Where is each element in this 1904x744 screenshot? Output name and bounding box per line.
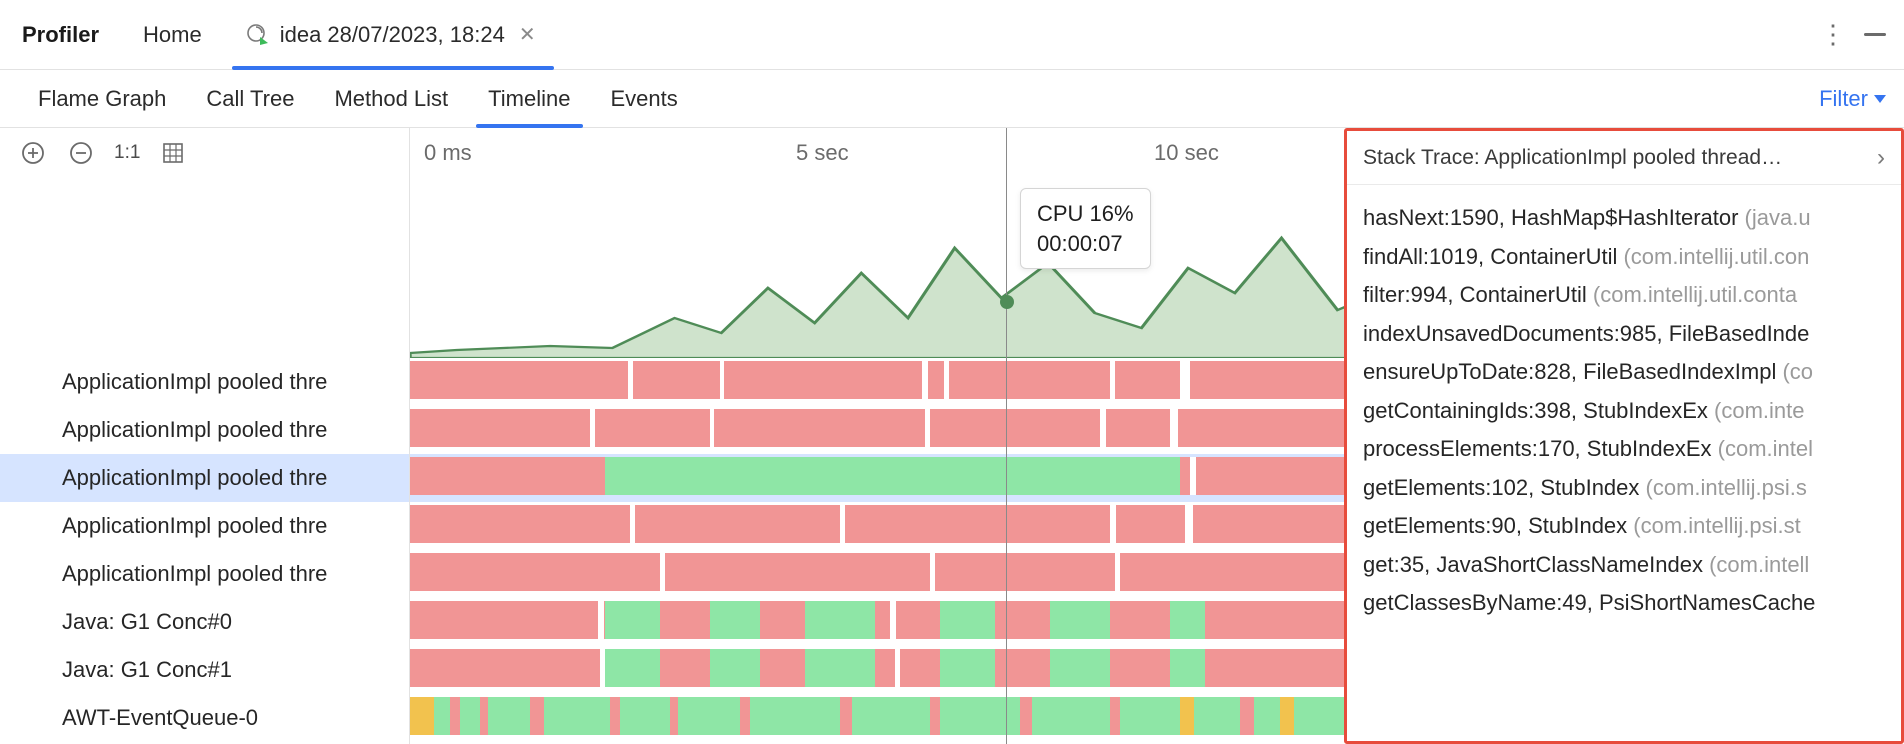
frame-pkg: (com.intellij.util.conta — [1593, 282, 1797, 307]
cpu-tooltip: CPU 16% 00:00:07 — [1020, 188, 1151, 269]
frame-pkg: (java.u — [1745, 205, 1811, 230]
tab-events[interactable]: Events — [591, 70, 698, 127]
thread-row[interactable]: ApplicationImpl pooled thre — [0, 406, 409, 454]
tab-home[interactable]: Home — [121, 0, 224, 69]
frame-pkg: (com.intellij.psi.st — [1633, 513, 1800, 538]
frame-main: hasNext:1590, HashMap$HashIterator — [1363, 205, 1745, 230]
frame-pkg: (com.inte — [1714, 398, 1804, 423]
cpu-tooltip-time: 00:00:07 — [1037, 229, 1134, 259]
timeline-main: 1:1 ApplicationImpl pooled thre Applicat… — [0, 128, 1904, 744]
frame-pkg: (com.intellij.psi.s — [1646, 475, 1807, 500]
stack-frame[interactable]: getClassesByName:49, PsiShortNamesCache — [1363, 584, 1901, 623]
thread-name: ApplicationImpl pooled thre — [62, 465, 327, 491]
tab-method-list-label: Method List — [334, 86, 448, 112]
tab-call-tree-label: Call Tree — [206, 86, 294, 112]
stack-trace-panel: Stack Trace: ApplicationImpl pooled thre… — [1344, 128, 1904, 744]
frame-main: filter:994, ContainerUtil — [1363, 282, 1593, 307]
stack-trace-body: hasNext:1590, HashMap$HashIterator (java… — [1347, 185, 1901, 623]
cpu-tooltip-value: CPU 16% — [1037, 199, 1134, 229]
stack-frame[interactable]: indexUnsavedDocuments:985, FileBasedInde — [1363, 315, 1901, 354]
frame-main: getClassesByName:49, PsiShortNamesCache — [1363, 590, 1815, 615]
stack-frame[interactable]: processElements:170, StubIndexEx (com.in… — [1363, 430, 1901, 469]
tab-timeline-label: Timeline — [488, 86, 570, 112]
thread-name: Java: G1 Conc#0 — [62, 609, 232, 635]
frame-pkg: (com.intell — [1709, 552, 1809, 577]
thread-row[interactable]: ApplicationImpl pooled thre — [0, 550, 409, 598]
thread-name: ApplicationImpl pooled thre — [62, 513, 327, 539]
top-tab-bar: Profiler Home idea 28/07/2023, 18:24 ✕ ⋮ — [0, 0, 1904, 70]
profiler-title-text: Profiler — [22, 22, 99, 48]
tab-home-label: Home — [143, 22, 202, 48]
frame-pkg: (com.intel — [1718, 436, 1813, 461]
tab-flame-graph[interactable]: Flame Graph — [18, 70, 186, 127]
tab-call-tree[interactable]: Call Tree — [186, 70, 314, 127]
tick-label: 10 sec — [1154, 140, 1219, 166]
thread-row[interactable]: AWT-EventQueue-0 — [0, 694, 409, 742]
profiler-sub-tabs: Flame Graph Call Tree Method List Timeli… — [0, 70, 1904, 128]
stack-frame[interactable]: getContainingIds:398, StubIndexEx (com.i… — [1363, 392, 1901, 431]
cpu-marker-dot — [1000, 295, 1014, 309]
stack-frame[interactable]: findAll:1019, ContainerUtil (com.intelli… — [1363, 238, 1901, 277]
profiler-title: Profiler — [18, 0, 121, 69]
thread-name: ApplicationImpl pooled thre — [62, 369, 327, 395]
frame-main: get:35, JavaShortClassNameIndex — [1363, 552, 1709, 577]
zoom-ratio[interactable]: 1:1 — [114, 142, 140, 164]
frame-main: indexUnsavedDocuments:985, FileBasedInde — [1363, 321, 1809, 346]
run-profile-icon — [246, 23, 270, 47]
thread-row[interactable]: ApplicationImpl pooled thre — [0, 454, 409, 502]
tab-snapshot-label: idea 28/07/2023, 18:24 — [280, 22, 505, 48]
stack-trace-title: Stack Trace: ApplicationImpl pooled thre… — [1363, 146, 1782, 170]
stack-frame[interactable]: filter:994, ContainerUtil (com.intellij.… — [1363, 276, 1901, 315]
minimize-icon[interactable] — [1864, 33, 1886, 36]
chevron-right-icon[interactable]: › — [1877, 144, 1885, 172]
playhead[interactable] — [1006, 128, 1007, 744]
frame-main: findAll:1019, ContainerUtil — [1363, 244, 1623, 269]
stack-frame[interactable]: getElements:102, StubIndex (com.intellij… — [1363, 469, 1901, 508]
thread-row[interactable]: Java: G1 Conc#1 — [0, 646, 409, 694]
thread-name: ApplicationImpl pooled thre — [62, 561, 327, 587]
thread-list: ApplicationImpl pooled thre ApplicationI… — [0, 358, 409, 742]
thread-row[interactable]: ApplicationImpl pooled thre — [0, 358, 409, 406]
thread-name: AWT-EventQueue-0 — [62, 705, 258, 731]
tick-label: 5 sec — [796, 140, 849, 166]
chevron-down-icon — [1874, 95, 1886, 103]
thread-name: Java: G1 Conc#1 — [62, 657, 232, 683]
stack-frame[interactable]: hasNext:1590, HashMap$HashIterator (java… — [1363, 199, 1901, 238]
frame-main: processElements:170, StubIndexEx — [1363, 436, 1718, 461]
frame-pkg: (com.intellij.util.con — [1623, 244, 1809, 269]
close-icon[interactable]: ✕ — [515, 22, 540, 47]
stack-trace-header[interactable]: Stack Trace: ApplicationImpl pooled thre… — [1347, 131, 1901, 185]
thread-row[interactable]: Java: G1 Conc#0 — [0, 598, 409, 646]
filter-label: Filter — [1819, 86, 1868, 112]
stack-frame[interactable]: getElements:90, StubIndex (com.intellij.… — [1363, 507, 1901, 546]
thread-row[interactable]: ApplicationImpl pooled thre — [0, 502, 409, 550]
frame-main: getElements:102, StubIndex — [1363, 475, 1646, 500]
tick-label: 0 ms — [424, 140, 472, 166]
more-icon[interactable]: ⋮ — [1820, 19, 1844, 50]
frame-main: getContainingIds:398, StubIndexEx — [1363, 398, 1714, 423]
frame-pkg: (co — [1782, 359, 1813, 384]
stack-frame[interactable]: get:35, JavaShortClassNameIndex (com.int… — [1363, 546, 1901, 585]
tab-snapshot[interactable]: idea 28/07/2023, 18:24 ✕ — [224, 0, 562, 69]
tab-events-label: Events — [611, 86, 678, 112]
frame-main: ensureUpToDate:828, FileBasedIndexImpl — [1363, 359, 1782, 384]
tab-flame-graph-label: Flame Graph — [38, 86, 166, 112]
grid-select-icon[interactable] — [158, 138, 188, 168]
frame-main: getElements:90, StubIndex — [1363, 513, 1633, 538]
thread-name: ApplicationImpl pooled thre — [62, 417, 327, 443]
left-panel: 1:1 ApplicationImpl pooled thre Applicat… — [0, 128, 410, 744]
stack-frame[interactable]: ensureUpToDate:828, FileBasedIndexImpl (… — [1363, 353, 1901, 392]
tab-method-list[interactable]: Method List — [314, 70, 468, 127]
timeline-toolbar: 1:1 — [0, 128, 409, 178]
zoom-in-button[interactable] — [18, 138, 48, 168]
tab-timeline[interactable]: Timeline — [468, 70, 590, 127]
zoom-out-button[interactable] — [66, 138, 96, 168]
filter-button[interactable]: Filter — [1819, 86, 1886, 112]
